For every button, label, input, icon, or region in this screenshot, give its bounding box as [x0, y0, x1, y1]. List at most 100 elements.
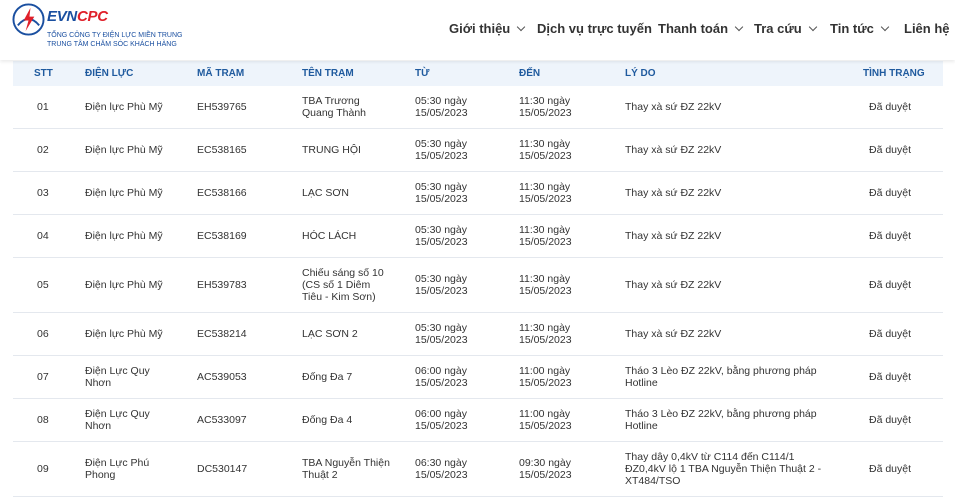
cell-tinh_trang: Đã duyệt: [869, 86, 939, 128]
cell-ly_do: Thay xà sứ ĐZ 22kV: [625, 86, 825, 128]
table-row[interactable]: 04 Điện lực Phù Mỹ EC538169 HÓC LÁCH 05:30 n…: [13, 215, 943, 258]
cell-text: 09: [37, 463, 49, 475]
cell-text: EC538166: [197, 187, 247, 199]
table-row[interactable]: 03 Điện lực Phù Mỹ EC538166 LẠC SƠN 05:30 ng…: [13, 172, 943, 215]
cell-ten_tram: TBA Trương Quang Thành: [302, 86, 402, 128]
nav-item-4[interactable]: Tin tức: [830, 21, 890, 37]
cell-text: 11:30 ngày 15/05/2023: [519, 224, 572, 248]
column-header-tu[interactable]: Từ: [415, 68, 495, 79]
chevron-down-icon: [734, 22, 744, 32]
cell-ma_tram: AC533097: [197, 399, 292, 441]
cell-den: 11:30 ngày 15/05/2023: [519, 215, 599, 257]
cell-line: Thuật 2: [302, 469, 338, 481]
cell-stt: 01: [37, 86, 77, 128]
cell-text: EH539765: [197, 101, 247, 113]
cell-ma_tram: EC538165: [197, 129, 292, 171]
cell-ma_tram: EH539783: [197, 258, 292, 312]
cell-text: 11:30 ngày 15/05/2023: [519, 138, 572, 162]
cell-ly_do: Thay xà sứ ĐZ 22kV: [625, 172, 825, 214]
cell-line: Nhơn: [85, 377, 112, 389]
cell-tinh_trang: Đã duyệt: [869, 313, 939, 355]
nav-label: Giới thiệu: [449, 21, 511, 36]
cell-line: Tiêu - Kim Sơn): [302, 291, 376, 303]
cell-line: Nhơn: [85, 420, 112, 432]
cell-text: 08: [37, 414, 49, 426]
cell-den: 09:30 ngày 15/05/2023: [519, 442, 599, 496]
cell-den: 11:30 ngày 15/05/2023: [519, 258, 599, 312]
table-row[interactable]: 06 Điện lực Phù Mỹ EC538214 LẠC SƠN 2 05:30 …: [13, 313, 943, 356]
table-row[interactable]: 09 Điện Lực Phú Phong DC530147 TBA Nguyễn Th…: [13, 442, 943, 497]
cell-text: Điện lực Phù Mỹ: [85, 187, 163, 199]
table-row[interactable]: 08 Điện Lực Quy Nhơn AC533097 Đống Đa 4 06:00…: [13, 399, 943, 442]
cell-text: Đống Đa 7: [302, 371, 352, 383]
cell-line: 15/05/2023: [519, 236, 572, 248]
cell-line: Thay xà sứ ĐZ 22kV: [625, 144, 722, 156]
cell-text: Thay xà sứ ĐZ 22kV: [625, 187, 721, 199]
cell-line: Điện Lực Phú: [85, 457, 150, 469]
cell-line: ĐZ0,4kV lộ 1 TBA Nguyễn Thiện Thuật 2 -: [625, 463, 822, 475]
cell-line: 15/05/2023: [519, 285, 572, 297]
cell-line: 05:30 ngày: [415, 138, 467, 150]
cell-stt: 03: [37, 172, 77, 214]
column-header-ten_tram[interactable]: Tên trạm: [302, 68, 402, 79]
nav-item-2[interactable]: Thanh toán: [658, 21, 744, 37]
column-header-ly_do[interactable]: Lý do: [625, 68, 825, 79]
nav-item-0[interactable]: Giới thiệu: [449, 21, 526, 37]
cell-ly_do: Tháo 3 Lèo ĐZ 22kV, bằng phương pháp Hotl…: [625, 399, 825, 441]
cell-line: Đống Đa 7: [302, 371, 353, 383]
nav-label: Tin tức: [830, 21, 874, 36]
cell-text: 06:00 ngày 15/05/2023: [415, 408, 468, 432]
cell-ma_tram: EC538166: [197, 172, 292, 214]
cell-line: 11:00 ngày: [519, 408, 571, 420]
cell-line: Điện lực Phù Mỹ: [85, 101, 163, 113]
nav-item-3[interactable]: Tra cứu: [754, 21, 817, 37]
cell-line: 05:30 ngày: [415, 95, 467, 107]
cell-tu: 06:30 ngày 15/05/2023: [415, 442, 495, 496]
cell-stt: 07: [37, 356, 77, 398]
cell-text: 05:30 ngày 15/05/2023: [415, 273, 468, 297]
cell-den: 11:30 ngày 15/05/2023: [519, 172, 599, 214]
cell-dien_luc: Điện lực Phù Mỹ: [85, 215, 185, 257]
cell-text: 05:30 ngày 15/05/2023: [415, 95, 468, 119]
cell-ma_tram: EC538169: [197, 215, 292, 257]
column-header-den[interactable]: Đến: [519, 68, 599, 79]
cell-line: 15/05/2023: [415, 334, 468, 346]
cell-stt: 09: [37, 442, 77, 496]
chevron-down-icon: [808, 22, 817, 32]
cell-ten_tram: Đống Đa 4: [302, 399, 402, 441]
table-row[interactable]: 02 Điện lực Phù Mỹ EC538165 TRUNG HỘI 05:30 …: [13, 129, 943, 172]
cell-ma_tram: EC538214: [197, 313, 292, 355]
cell-line: LẠC SƠN 2: [302, 328, 358, 340]
cell-text: Tháo 3 Lèo ĐZ 22kV, bằng phương pháp Hotl…: [625, 408, 817, 432]
cell-line: Đống Đa 4: [302, 414, 353, 426]
site-logo[interactable]: EVNCPC TỔNG CÔNG TY ĐIỆN LỰC MIỀN TRUNG …: [12, 3, 212, 55]
cell-text: Đã duyệt: [869, 414, 912, 426]
cell-line: 11:30 ngày: [519, 138, 571, 150]
cell-ten_tram: TBA Nguyễn Thiện Thuật 2: [302, 442, 402, 496]
cell-line: 11:30 ngày: [519, 95, 571, 107]
site-header: EVNCPC TỔNG CÔNG TY ĐIỆN LỰC MIỀN TRUNG …: [0, 0, 955, 60]
cell-dien_luc: Điện lực Phù Mỹ: [85, 86, 185, 128]
cell-den: 11:30 ngày 15/05/2023: [519, 129, 599, 171]
cell-line: Phong: [85, 469, 116, 481]
cell-dien_luc: Điện lực Phù Mỹ: [85, 129, 185, 171]
cell-text: AC539053: [197, 371, 247, 383]
cell-ly_do: Tháo 3 Lèo ĐZ 22kV, bằng phương pháp Hotl…: [625, 356, 825, 398]
cell-line: 11:30 ngày: [519, 224, 571, 236]
cell-text: Điện Lực Phú Phong: [85, 457, 149, 481]
cell-ly_do: Thay dây 0,4kV từ C114 đến C114/1 ĐZ0,4kV…: [625, 442, 825, 496]
cell-text: EC538169: [197, 230, 247, 242]
column-header-ma_tram[interactable]: Mã trạm: [197, 68, 292, 79]
cell-tinh_trang: Đã duyệt: [869, 129, 939, 171]
nav-item-5[interactable]: Liên hệ: [904, 21, 950, 37]
table-row[interactable]: 05 Điện lực Phù Mỹ EH539783 Chiếu sáng số 1…: [13, 258, 943, 313]
cell-text: Thay xà sứ ĐZ 22kV: [625, 279, 721, 291]
column-header-tinh_trang[interactable]: Tình trạng: [863, 68, 933, 79]
cell-ly_do: Thay xà sứ ĐZ 22kV: [625, 129, 825, 171]
column-header-dien_luc[interactable]: Điện lực: [85, 68, 185, 79]
table-row[interactable]: 07 Điện Lực Quy Nhơn AC539053 Đống Đa 7 06:00…: [13, 356, 943, 399]
nav-item-1[interactable]: Dịch vụ trực tuyến: [537, 21, 652, 37]
column-header-stt[interactable]: STT: [34, 68, 74, 79]
cell-line: 15/05/2023: [519, 193, 572, 205]
table-row[interactable]: 01 Điện lực Phù Mỹ EH539765 TBA Trương Quang…: [13, 86, 943, 129]
